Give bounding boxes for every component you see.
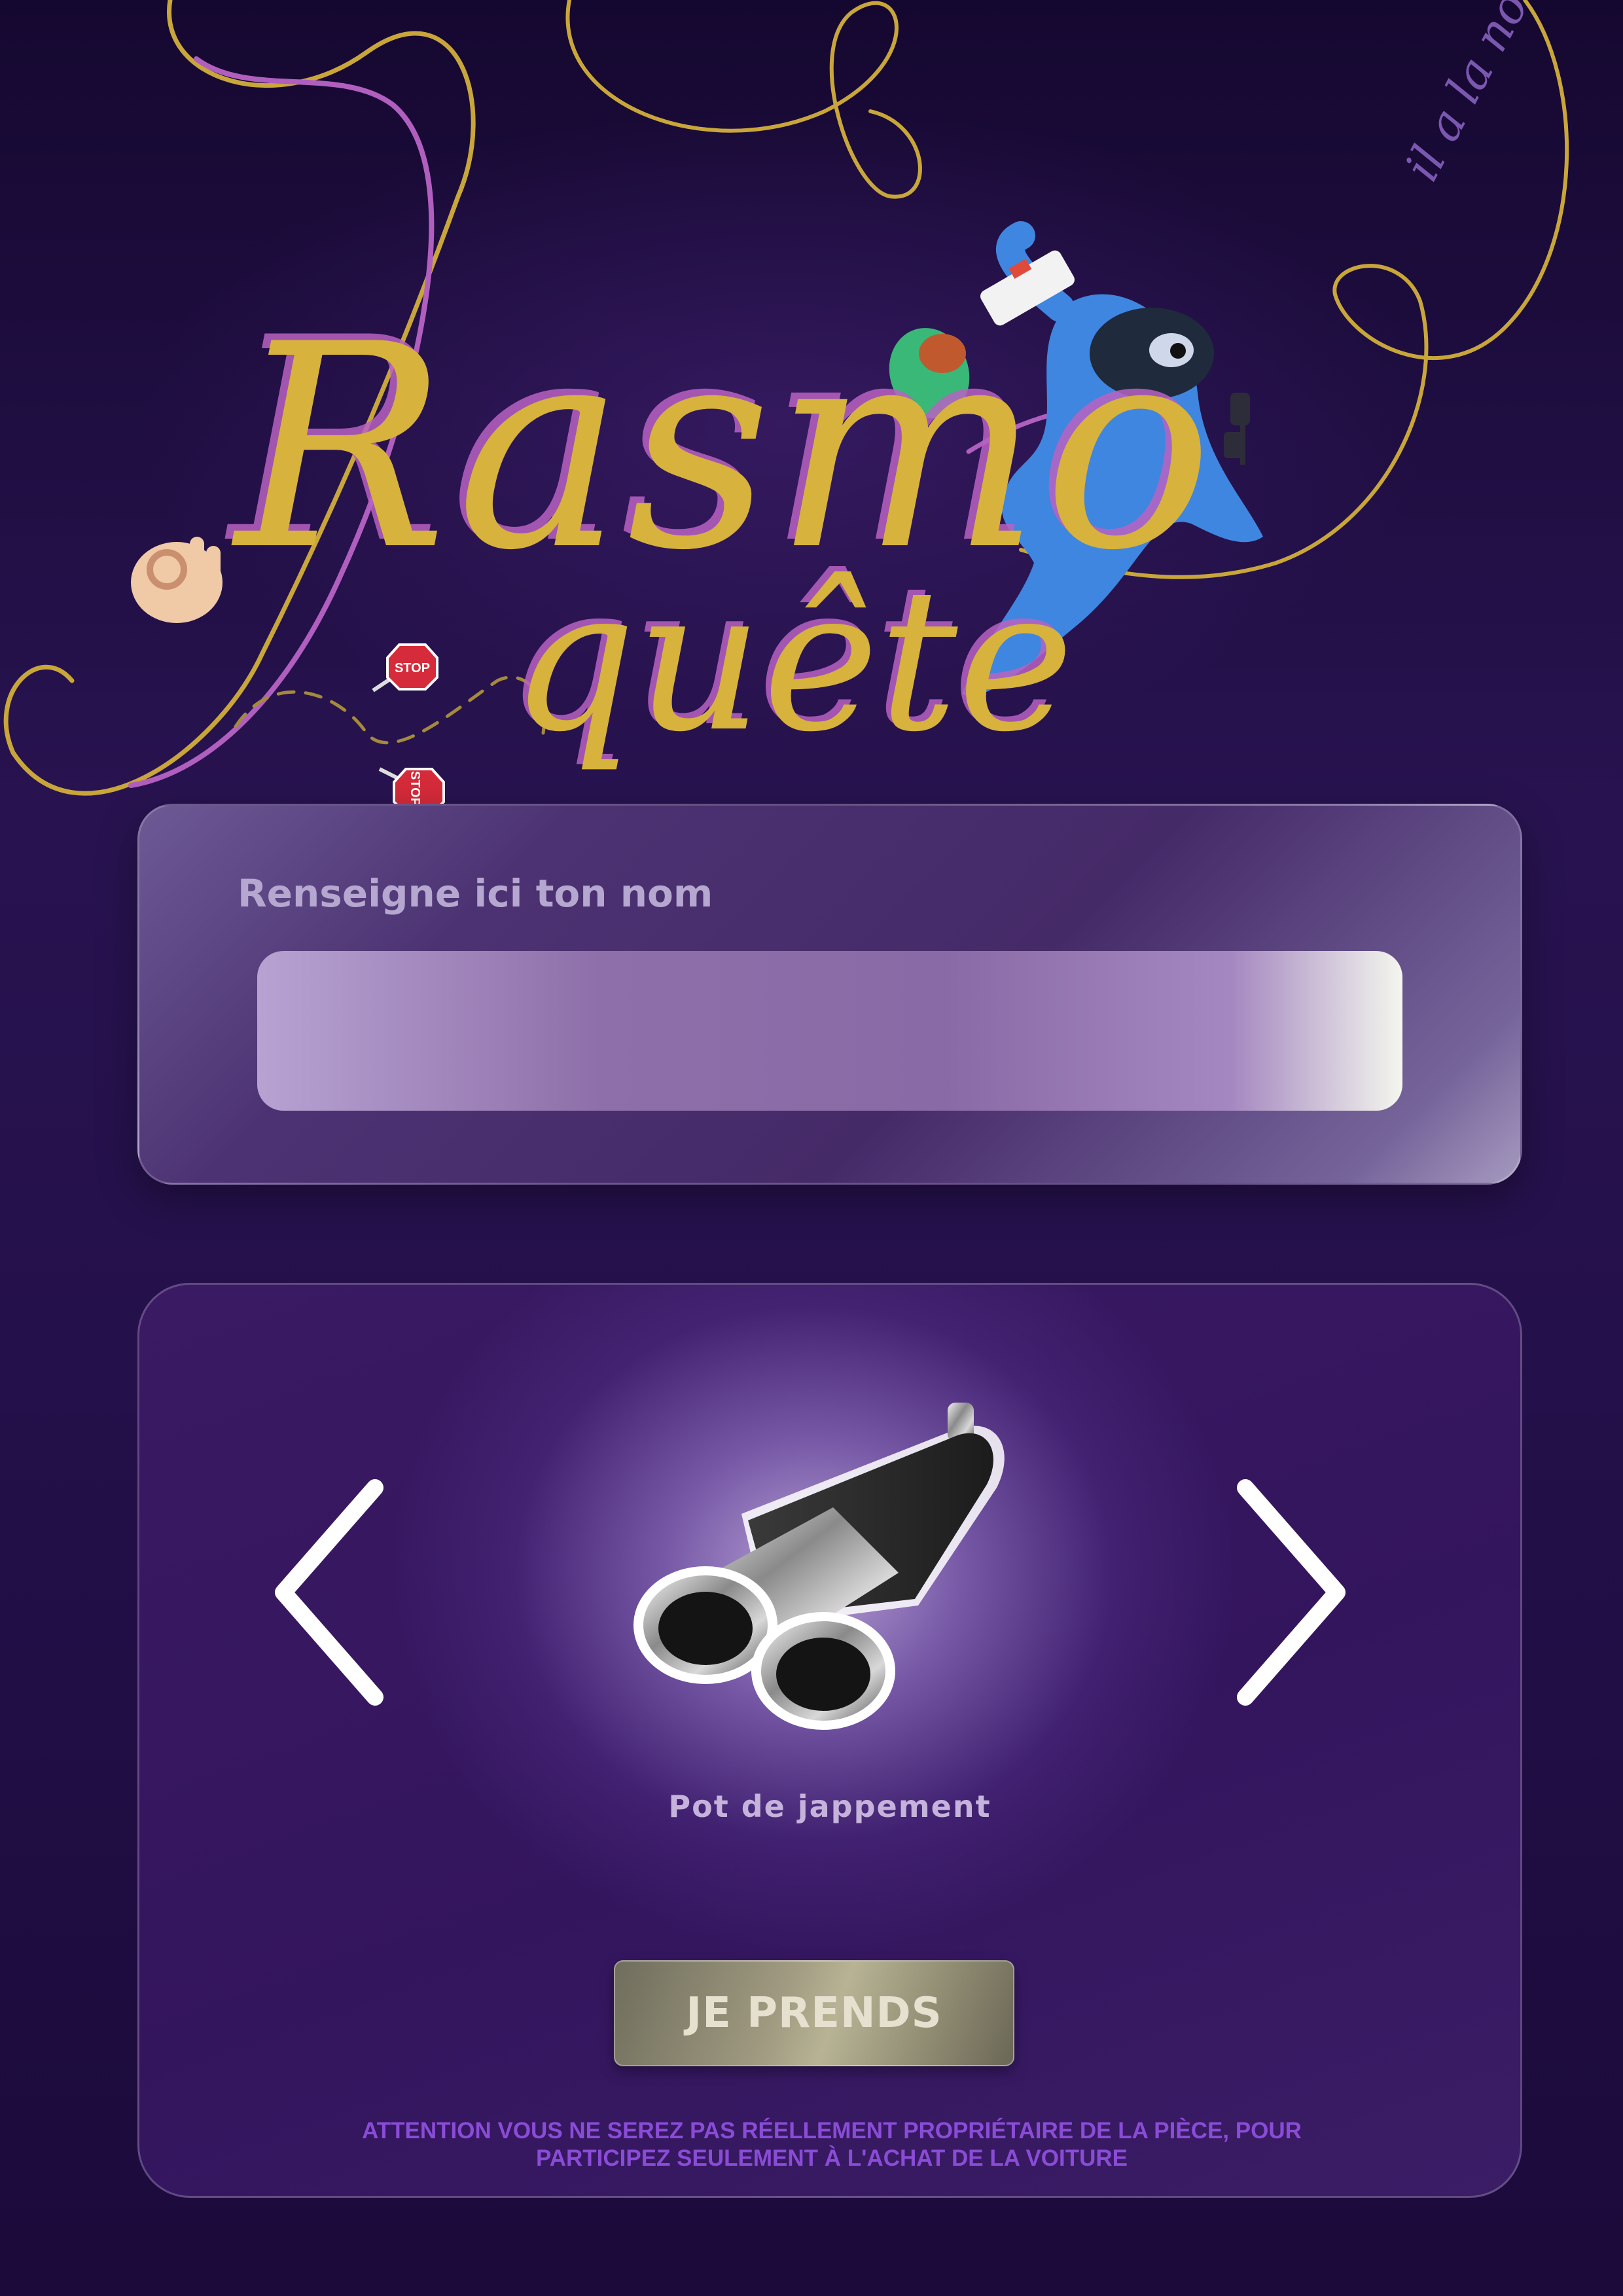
stop-sign-icon: STOP — [372, 643, 438, 692]
next-item-button[interactable] — [1226, 1475, 1357, 1710]
app-subtitle: quête — [510, 547, 1074, 775]
svg-text:STOP: STOP — [395, 661, 430, 675]
product-name: Pot de jappement — [668, 1789, 991, 1824]
svg-text:STOP: STOP — [408, 771, 422, 806]
dashed-path — [234, 675, 546, 745]
take-item-button[interactable]: JE PRENDS — [614, 1960, 1014, 2066]
previous-item-button[interactable] — [264, 1475, 395, 1710]
disclaimer-text: ATTENTION VOUS NE SEREZ PAS RÉELLEMENT P… — [205, 2117, 1459, 2172]
disclaimer-line: ATTENTION VOUS NE SEREZ PAS RÉELLEMENT P… — [362, 2118, 1302, 2144]
ok-hand-icon — [131, 537, 223, 623]
exhaust-muffler-icon — [633, 1403, 1005, 1730]
disclaimer-line: PARTICIPEZ SEULEMENT À L'ACHAT DE LA VOI… — [535, 2145, 1128, 2171]
name-label: Renseigne ici ton nom — [238, 871, 713, 916]
product-selector-card: Pot de jappement JE PRENDS ATTENTION VOU… — [137, 1283, 1522, 2198]
product-image — [591, 1390, 1049, 1743]
name-form-card: Renseigne ici ton nom — [137, 804, 1522, 1185]
gold-swirl-line — [565, 0, 922, 199]
chevron-left-icon — [275, 1479, 383, 1706]
name-input[interactable] — [257, 951, 1402, 1111]
chevron-right-icon — [1237, 1479, 1346, 1706]
car-keys-icon — [1224, 393, 1250, 465]
